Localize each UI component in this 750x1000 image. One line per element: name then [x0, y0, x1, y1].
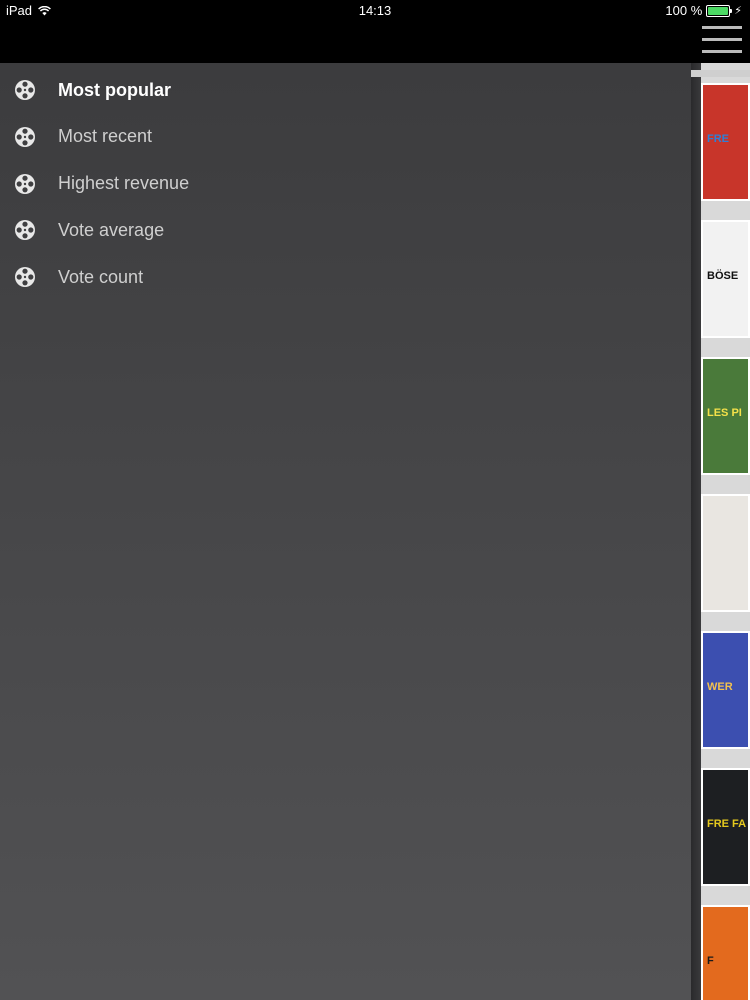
movie-poster: FRE [701, 83, 750, 201]
film-reel-icon [14, 79, 36, 101]
poster-cell[interactable]: WER [691, 625, 750, 762]
movie-poster: WER [701, 631, 750, 749]
poster-cell[interactable]: FRE FA [691, 762, 750, 899]
poster-cell[interactable]: LES PI [691, 351, 750, 488]
poster-title: LES PI [707, 407, 742, 419]
clock: 14:13 [358, 3, 392, 18]
poster-title: BÖSE [707, 270, 739, 282]
side-menu: Most popular Most recent Highest revenue… [0, 63, 691, 1000]
poster-title: F [707, 955, 714, 967]
status-bar: iPad 14:13 100 % ⚡ [0, 0, 750, 22]
poster-cell[interactable]: BÖSE [691, 214, 750, 351]
poster-title: FRE FA [707, 818, 747, 830]
film-reel-icon [14, 219, 36, 241]
movie-poster-strip: FRE BÖSE LES PI WER FRE FA F [691, 63, 750, 1000]
menu-item-label: Most popular [58, 79, 171, 100]
film-reel-icon [14, 266, 36, 288]
hamburger-menu-icon[interactable] [702, 22, 742, 58]
poster-cell[interactable] [691, 488, 750, 625]
battery-percentage: 100 % [665, 3, 703, 18]
movie-poster: F [701, 905, 750, 1000]
movie-poster: LES PI [701, 357, 750, 475]
film-reel-icon [14, 126, 36, 148]
movie-poster: BÖSE [701, 220, 750, 338]
poster-cell[interactable]: FRE [691, 77, 750, 214]
movie-poster [701, 494, 750, 612]
charging-bolt-icon: ⚡ [734, 5, 742, 17]
poster-cell[interactable] [691, 63, 750, 70]
menu-item-highest-revenue[interactable]: Highest revenue [0, 164, 691, 204]
movie-poster: FRE FA [701, 768, 750, 886]
menu-item-vote-average[interactable]: Vote average [0, 210, 691, 250]
menu-item-label: Vote average [58, 219, 165, 240]
menu-item-most-popular[interactable]: Most popular [0, 70, 691, 110]
poster-cell[interactable]: F [691, 899, 750, 1000]
menu-item-most-recent[interactable]: Most recent [0, 117, 691, 157]
menu-item-vote-count[interactable]: Vote count [0, 257, 691, 297]
film-reel-icon [14, 173, 36, 195]
menu-item-label: Highest revenue [58, 173, 190, 194]
poster-title: FRE [707, 133, 729, 145]
battery-icon [706, 4, 733, 17]
poster-title: WER [707, 681, 733, 693]
menu-item-label: Most recent [58, 126, 153, 147]
menu-item-label: Vote count [58, 266, 144, 287]
